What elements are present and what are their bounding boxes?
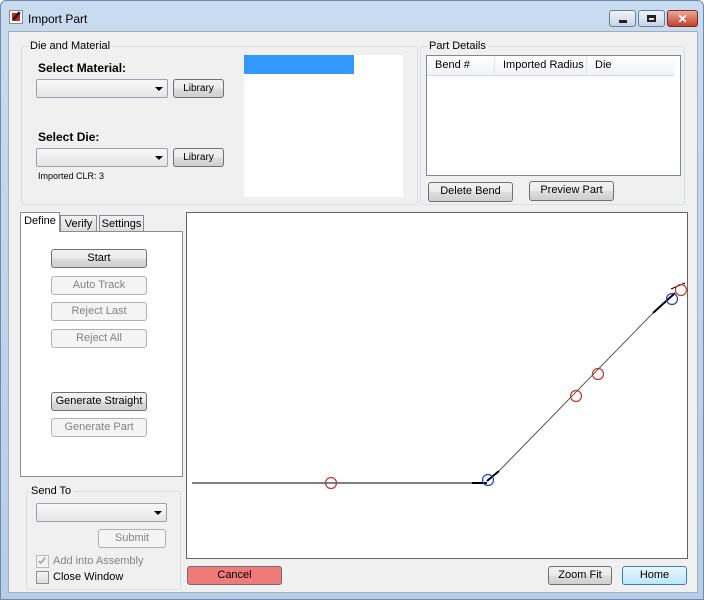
die-material-group: Die and Material Select Material: Librar…: [21, 40, 418, 205]
window-title: Import Part: [28, 12, 88, 26]
zoom-fit-button[interactable]: Zoom Fit: [548, 566, 612, 585]
material-select[interactable]: [36, 79, 168, 98]
select-material-label: Select Material:: [38, 61, 127, 75]
material-library-button[interactable]: Library: [173, 79, 224, 98]
reject-last-button[interactable]: Reject Last: [51, 302, 147, 321]
start-button[interactable]: Start: [51, 249, 147, 268]
minimize-button[interactable]: [609, 10, 636, 27]
dialog-client-area: Die and Material Select Material: Librar…: [8, 31, 698, 593]
close-window-label: Close Window: [53, 571, 124, 583]
column-die[interactable]: Die: [587, 56, 674, 76]
imported-clr-text: Imported CLR: 3: [38, 171, 105, 181]
column-bend-number[interactable]: Bend #: [427, 56, 495, 76]
part-details-group: Part Details Bend # Imported Radius Die …: [420, 40, 685, 205]
submit-button[interactable]: Submit: [98, 529, 166, 548]
die-material-group-label: Die and Material: [28, 40, 113, 52]
part-details-group-label: Part Details: [427, 40, 488, 52]
straight-segment-2-end: [652, 292, 676, 314]
preview-part-button[interactable]: Preview Part: [529, 181, 614, 201]
send-to-select[interactable]: [36, 503, 167, 522]
part-path-drawing: [192, 282, 688, 490]
reject-all-button[interactable]: Reject All: [51, 329, 147, 348]
straight-segment-2: [498, 312, 654, 472]
checkmark-icon: [37, 555, 47, 565]
select-die-label: Select Die:: [38, 130, 100, 144]
chevron-down-icon: [155, 156, 163, 160]
die-library-button[interactable]: Library: [173, 148, 224, 167]
add-into-assembly-label: Add into Assembly: [53, 555, 144, 567]
generate-part-button[interactable]: Generate Part: [51, 418, 147, 437]
import-part-window: Import Part ✕ Die and Material Select Ma…: [0, 0, 704, 600]
send-to-group: Send To Submit Add into Assembly Close W…: [26, 485, 181, 590]
close-button[interactable]: ✕: [667, 10, 698, 27]
add-into-assembly-checkbox[interactable]: [36, 555, 49, 568]
die-select[interactable]: [36, 148, 168, 167]
close-icon: ✕: [677, 11, 688, 26]
delete-bend-button[interactable]: Delete Bend: [428, 182, 513, 202]
bend-table-header: Bend # Imported Radius Die: [427, 56, 674, 76]
minimize-icon: [618, 19, 627, 23]
maximize-button[interactable]: [638, 10, 665, 27]
marker-point[interactable]: [674, 283, 688, 297]
tab-verify[interactable]: Verify: [60, 215, 97, 232]
chevron-down-icon: [155, 87, 163, 91]
cancel-button[interactable]: Cancel: [187, 566, 282, 585]
part-canvas[interactable]: [186, 212, 688, 559]
define-tab-panel: Start Auto Track Reject Last Reject All …: [20, 231, 183, 477]
title-bar[interactable]: Import Part ✕: [1, 1, 703, 31]
bend-table[interactable]: Bend # Imported Radius Die: [426, 55, 681, 176]
auto-track-button[interactable]: Auto Track: [51, 276, 147, 295]
tab-define[interactable]: Define: [20, 212, 60, 232]
app-icon: [9, 10, 23, 24]
send-to-group-label: Send To: [29, 485, 74, 497]
maximize-icon: [647, 15, 656, 22]
chevron-down-icon: [154, 511, 162, 515]
define-tab-control: Define Verify Settings Start Auto Track …: [20, 212, 184, 477]
material-preview-list[interactable]: [244, 55, 403, 197]
generate-straight-button[interactable]: Generate Straight: [51, 392, 147, 411]
column-imported-radius[interactable]: Imported Radius: [495, 56, 587, 76]
selected-list-item[interactable]: [244, 55, 354, 74]
tab-settings[interactable]: Settings: [99, 215, 144, 232]
home-button[interactable]: Home: [622, 566, 687, 585]
close-window-checkbox[interactable]: [36, 571, 49, 584]
